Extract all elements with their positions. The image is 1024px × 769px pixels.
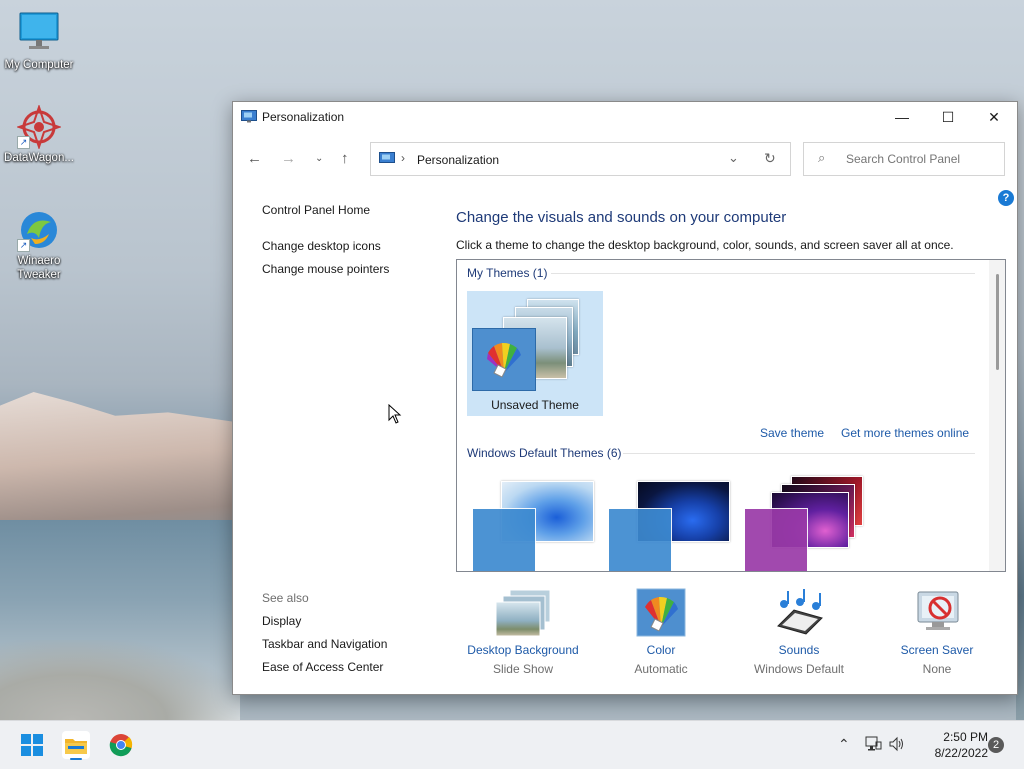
page-title: Change the visuals and sounds on your co… [456,209,787,226]
desktop-background-icon [494,588,552,638]
help-icon[interactable]: ? [998,190,1014,206]
window-title: Personalization [262,110,345,124]
address-dropdown-chevron-icon[interactable]: ⌄ [728,150,739,166]
winaero-tweaker-icon: ↗ [17,208,61,252]
file-explorer-button[interactable] [62,731,90,760]
running-indicator [70,758,82,760]
personalization-icon [241,110,257,123]
color-icon [632,588,690,638]
save-theme-link[interactable]: Save theme [760,426,824,440]
desktop-icon-datawagon[interactable]: ↗ DataWagon... [1,103,77,165]
see-also-display[interactable]: Display [262,614,301,628]
themes-list: My Themes (1) Unsaved Theme Save theme G… [456,259,1006,572]
setting-label: Color [646,643,676,657]
wallpaper-shore [0,640,240,720]
mouse-cursor-icon [388,404,402,424]
folder-icon [65,739,87,754]
color-swatch [608,508,672,571]
breadcrumb-personalization[interactable]: Personalization [417,153,499,167]
personalization-window: Personalization — ☐ ✕ ← → ⌄ ↑ › Personal… [232,101,1018,695]
theme-name: Unsaved Theme [491,398,579,412]
scrollbar-thumb[interactable] [996,274,999,370]
screen-saver-setting[interactable]: Screen Saver None [867,588,1007,676]
screen-saver-icon [908,588,966,638]
desktop-icon-label: DataWagon... [4,152,74,164]
datawagon-logo-icon: ↗ [15,103,63,151]
address-bar[interactable]: › Personalization ⌄ ↻ [370,142,791,176]
maximize-button[interactable]: ☐ [925,102,971,132]
see-also-title: See also [262,591,309,605]
back-arrow-icon[interactable]: ← [247,150,262,167]
chrome-icon [109,734,133,757]
close-button[interactable]: ✕ [971,102,1017,132]
setting-value: None [922,662,952,676]
color-swatch [744,508,808,571]
theme-tile-windows-light[interactable] [471,478,597,571]
theme-tile-unsaved[interactable]: Unsaved Theme [467,291,603,416]
desktop-background-setting[interactable]: Desktop Background Slide Show [453,588,593,676]
setting-label: Desktop Background [467,643,579,657]
notification-badge[interactable]: 2 [988,737,1004,753]
taskbar: ⌃ 2:50 PM 8/22/2022 2 [0,720,1024,769]
search-input[interactable] [844,151,998,167]
clock-date: 8/22/2022 [934,746,988,760]
sounds-setting[interactable]: Sounds Windows Default [729,588,869,676]
refresh-icon[interactable]: ↻ [764,150,776,167]
group-divider [551,273,975,274]
color-swatch [472,508,536,571]
shortcut-arrow-icon: ↗ [17,136,30,149]
start-button[interactable] [18,731,46,759]
up-arrow-icon[interactable]: ↑ [341,150,349,167]
breadcrumb-separator-icon: › [401,151,405,165]
page-subtitle: Click a theme to change the desktop back… [456,238,954,252]
show-hidden-icons-chevron-icon[interactable]: ⌃ [838,736,850,753]
see-also-ease-of-access[interactable]: Ease of Access Center [262,660,383,674]
desktop-icon-winaero[interactable]: ↗ Winaero Tweaker [1,208,77,282]
sidebar-link-control-panel-home[interactable]: Control Panel Home [262,203,370,217]
desktop-icon-label: Winaero Tweaker [17,255,61,281]
forward-arrow-icon[interactable]: → [281,150,296,167]
theme-tile-glow[interactable] [743,472,873,571]
my-themes-group-header: My Themes (1) [467,266,975,280]
volume-icon[interactable] [888,736,906,755]
group-divider [623,453,975,454]
navigation-toolbar: ← → ⌄ ↑ › Personalization ⌄ ↻ ⌕ [233,142,1017,176]
setting-label: Sounds [778,643,820,657]
network-icon[interactable] [864,736,882,755]
recent-locations-chevron-icon[interactable]: ⌄ [315,153,323,164]
desktop-icon-label: My Computer [4,59,74,71]
sounds-icon [770,588,828,638]
group-title: My Themes (1) [467,266,548,280]
control-panel-icon [379,152,395,168]
shortcut-arrow-icon: ↗ [17,239,30,252]
sidebar-link-change-desktop-icons[interactable]: Change desktop icons [262,239,381,253]
setting-value: Windows Default [753,662,845,676]
color-fan-icon [487,342,521,378]
setting-value: Automatic [634,662,688,676]
group-title: Windows Default Themes (6) [467,446,622,460]
setting-label: Screen Saver [900,643,974,657]
clock-time: 2:50 PM [943,730,988,744]
minimize-button[interactable]: — [879,102,925,132]
get-more-themes-link[interactable]: Get more themes online [841,426,969,440]
search-box[interactable]: ⌕ [803,142,1005,176]
desktop-icon-my-computer[interactable]: My Computer [1,12,77,72]
setting-value: Slide Show [492,662,554,676]
windows-logo-icon [21,734,43,756]
color-swatch [472,328,536,391]
see-also-taskbar-navigation[interactable]: Taskbar and Navigation [262,637,387,651]
clock[interactable]: 2:50 PM 8/22/2022 [912,729,988,761]
color-setting[interactable]: Color Automatic [591,588,731,676]
chrome-button[interactable] [107,731,135,759]
monitor-icon [17,12,61,56]
search-icon: ⌕ [818,150,826,165]
themes-scrollbar[interactable] [989,260,1005,571]
theme-tile-windows-dark[interactable] [607,478,733,571]
default-themes-group-header: Windows Default Themes (6) [467,446,975,460]
sidebar-link-change-mouse-pointers[interactable]: Change mouse pointers [262,262,389,276]
title-bar[interactable]: Personalization — ☐ ✕ [233,102,1017,132]
